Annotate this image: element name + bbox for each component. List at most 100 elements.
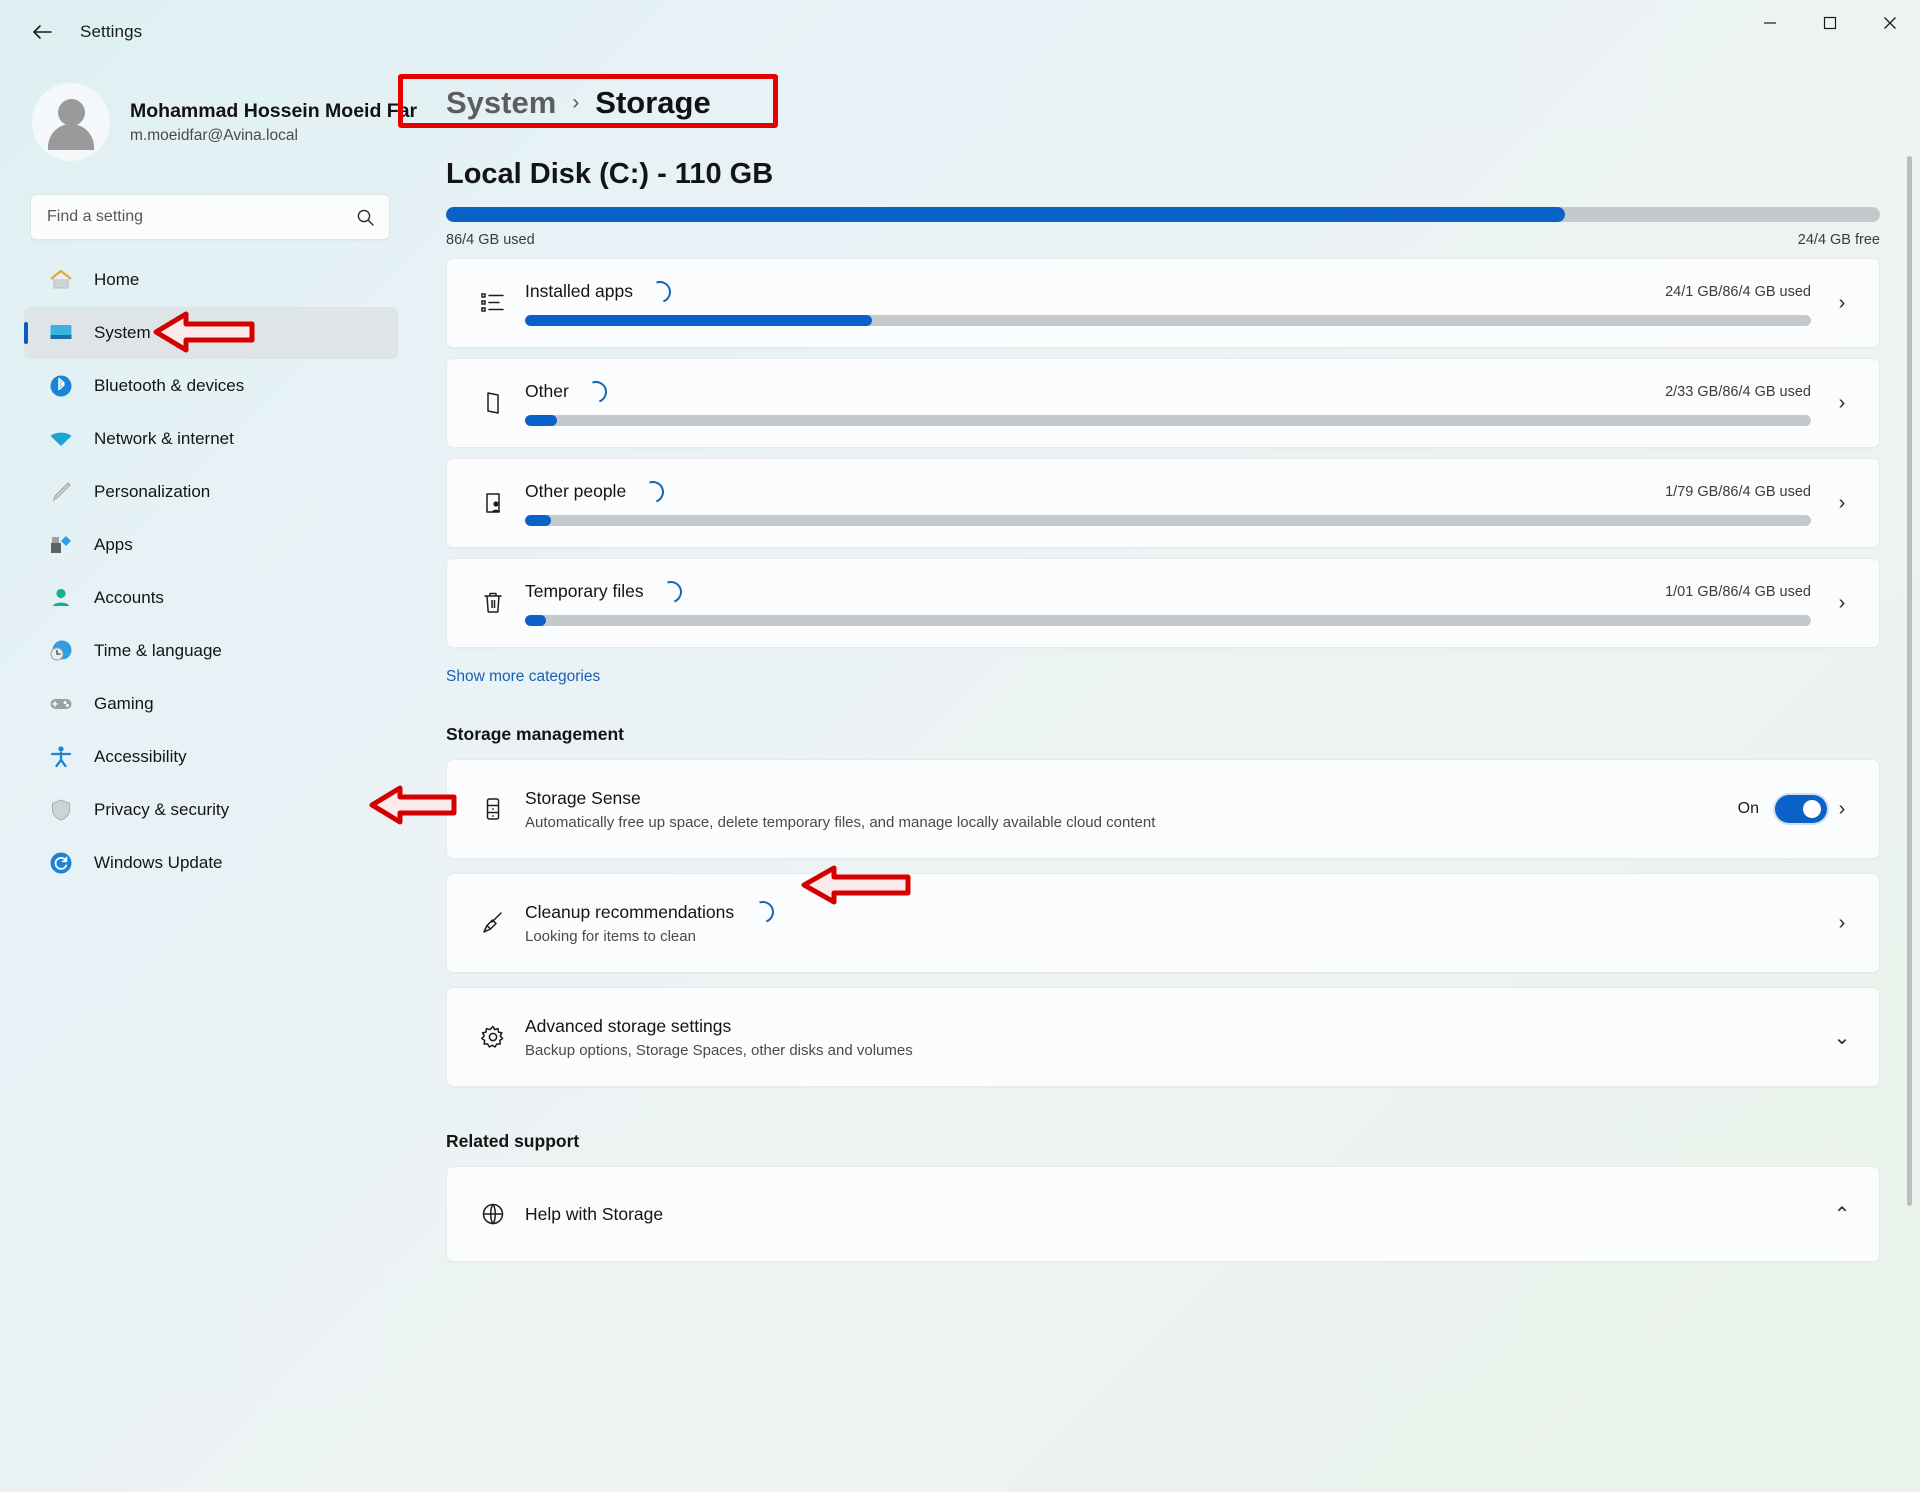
account-profile[interactable]: Mohammad Hossein Moeid Far m.moeidfar@Av… — [24, 70, 420, 174]
loading-spinner-icon — [656, 576, 686, 607]
storage-category-row[interactable]: Installed apps 24/1 GB/86/4 GB used › — [446, 258, 1880, 348]
storage-sense-row[interactable]: Storage Sense Automatically free up spac… — [446, 759, 1880, 859]
maximize-button[interactable] — [1800, 0, 1860, 46]
close-button[interactable] — [1860, 0, 1920, 46]
other-file-icon — [473, 389, 513, 417]
sidebar-item-personalization[interactable]: Personalization — [24, 466, 398, 518]
bluetooth-icon — [46, 371, 76, 401]
sidebar-item-label: Bluetooth & devices — [94, 376, 245, 395]
sidebar-item-system[interactable]: System — [24, 307, 398, 359]
storage-sense-toggle[interactable] — [1775, 795, 1827, 823]
scrollbar-thumb[interactable] — [1907, 156, 1912, 1206]
user-avatar-icon — [32, 83, 110, 161]
cleanup-recommendations-row[interactable]: Cleanup recommendations Looking for item… — [446, 873, 1880, 973]
page-title: Local Disk (C:) - 110 GB — [446, 158, 774, 190]
storage-category-row[interactable]: Other 2/33 GB/86/4 GB used › — [446, 358, 1880, 448]
sidebar-item-home[interactable]: Home — [24, 254, 398, 306]
category-progress-fill — [525, 614, 546, 626]
apps-icon — [46, 530, 76, 560]
sidebar-item-time-language[interactable]: Time & language — [24, 625, 398, 677]
sidebar-item-privacy-security[interactable]: Privacy & security — [24, 784, 398, 836]
sidebar-item-accessibility[interactable]: Accessibility — [24, 731, 398, 783]
installed-apps-list-icon — [473, 289, 513, 317]
storage-category-row[interactable]: Other people 1/79 GB/86/4 GB used › — [446, 458, 1880, 548]
sidebar-item-label: Windows Update — [94, 853, 223, 872]
account-email: m.moeidfar@Avina.local — [130, 127, 298, 145]
category-name: Installed apps — [525, 281, 633, 301]
loading-spinner-icon — [581, 376, 611, 407]
loading-spinner-icon — [645, 276, 675, 307]
category-progress-fill — [525, 514, 551, 526]
sidebar-item-label: Personalization — [94, 482, 211, 501]
sidebar-item-label: Gaming — [94, 694, 154, 713]
storage-category-row[interactable]: Temporary files 1/01 GB/86/4 GB used › — [446, 558, 1880, 648]
personalization-brush-icon — [46, 477, 76, 507]
sidebar-item-label: Privacy & security — [94, 800, 230, 819]
help-with-storage-row[interactable]: Help with Storage ⌃ — [446, 1166, 1880, 1262]
window-title: Settings — [80, 22, 143, 41]
storage-sense-drive-icon — [473, 795, 513, 823]
chevron-right-icon: › — [572, 91, 580, 114]
storage-sense-toggle-label: On — [1737, 800, 1759, 817]
search-box[interactable] — [30, 194, 390, 240]
chevron-right-icon[interactable]: › — [1827, 592, 1857, 615]
category-progress-fill — [525, 414, 558, 426]
back-arrow-icon[interactable] — [18, 12, 66, 52]
sidebar-item-label: Apps — [94, 535, 133, 554]
category-name: Temporary files — [525, 581, 644, 601]
loading-spinner-icon — [748, 897, 778, 927]
sidebar-item-label: Accessibility — [94, 747, 187, 766]
category-progress-bar — [525, 614, 1811, 626]
account-name: Mohammad Hossein Moeid Far — [130, 99, 418, 122]
breadcrumb: System › Storage — [426, 74, 1880, 132]
window-titlebar: Settings — [0, 0, 1920, 64]
cleanup-broom-icon — [473, 909, 513, 937]
chevron-right-icon[interactable]: › — [1827, 492, 1857, 515]
sidebar-item-windows-update[interactable]: Windows Update — [24, 837, 398, 889]
chevron-up-icon[interactable]: ⌃ — [1827, 1202, 1857, 1227]
category-progress-bar — [525, 414, 1811, 426]
sidebar-item-bluetooth-devices[interactable]: Bluetooth & devices — [24, 360, 398, 412]
chevron-right-icon[interactable]: › — [1827, 292, 1857, 315]
time-language-clock-icon — [46, 636, 76, 666]
temporary-files-trash-icon — [473, 589, 513, 617]
window-controls — [1740, 0, 1920, 46]
sidebar-item-label: Accounts — [94, 588, 164, 607]
home-icon — [46, 265, 76, 295]
sidebar-item-gaming[interactable]: Gaming — [24, 678, 398, 730]
main-content: System › Storage Local Disk (C:) - 110 G… — [420, 64, 1920, 1492]
minimize-button[interactable] — [1740, 0, 1800, 46]
related-support-heading: Related support — [446, 1131, 580, 1151]
cleanup-title: Cleanup recommendations — [525, 901, 735, 922]
content-scrollbar[interactable] — [1907, 156, 1912, 1492]
storage-management-heading: Storage management — [446, 724, 624, 744]
loading-spinner-icon — [638, 476, 668, 507]
network-icon — [46, 424, 76, 454]
chevron-right-icon[interactable]: › — [1827, 912, 1857, 935]
advanced-storage-settings-row[interactable]: Advanced storage settings Backup options… — [446, 987, 1880, 1087]
chevron-right-icon[interactable]: › — [1827, 392, 1857, 415]
category-progress-bar — [525, 314, 1811, 326]
sidebar-item-accounts[interactable]: Accounts — [24, 572, 398, 624]
shield-icon — [46, 795, 76, 825]
disk-free-label: 24/4 GB free — [1797, 232, 1880, 248]
system-icon — [46, 318, 76, 348]
other-people-icon — [473, 489, 513, 517]
search-icon — [356, 208, 375, 227]
category-progress-fill — [525, 314, 873, 326]
breadcrumb-parent[interactable]: System — [446, 85, 556, 121]
sidebar-item-network-internet[interactable]: Network & internet — [24, 413, 398, 465]
help-globe-icon — [473, 1200, 513, 1228]
chevron-right-icon[interactable]: › — [1827, 798, 1857, 821]
sidebar: Mohammad Hossein Moeid Far m.moeidfar@Av… — [0, 64, 420, 1492]
chevron-down-icon[interactable]: ⌄ — [1827, 1025, 1857, 1050]
advanced-storage-subtitle: Backup options, Storage Spaces, other di… — [525, 1041, 913, 1059]
disk-usage-bar — [446, 207, 1880, 222]
sidebar-item-apps[interactable]: Apps — [24, 519, 398, 571]
cleanup-subtitle: Looking for items to clean — [525, 928, 696, 945]
breadcrumb-current: Storage — [595, 85, 711, 120]
search-input[interactable] — [47, 208, 356, 226]
sidebar-item-label: System — [94, 323, 151, 342]
show-more-categories-link[interactable]: Show more categories — [446, 668, 1880, 686]
gaming-controller-icon — [46, 689, 76, 719]
